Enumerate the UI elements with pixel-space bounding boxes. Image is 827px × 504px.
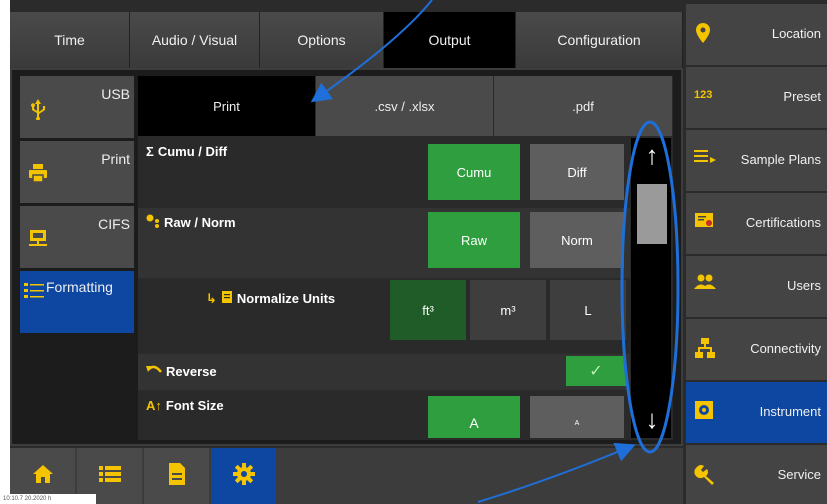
menu-item-preset[interactable]: 123 Preset <box>686 67 827 128</box>
scroll-up-icon[interactable]: ↑ <box>637 140 667 170</box>
users-icon <box>694 274 716 296</box>
scroll-down-icon[interactable]: ↓ <box>637 404 667 434</box>
gear-icon <box>232 462 256 491</box>
setting-row-font-size: A↑ Font Size A A <box>138 390 630 438</box>
raw-norm-icon <box>146 214 160 231</box>
setting-row-cumu-diff: Σ Cumu / Diff Cumu Diff <box>138 138 630 208</box>
home-icon <box>31 463 55 490</box>
units-icon <box>221 290 233 307</box>
raw-button[interactable]: Raw <box>428 212 520 268</box>
setting-row-raw-norm: Raw / Norm Raw Norm <box>138 208 630 278</box>
menu-item-certifications[interactable]: Certifications <box>686 193 827 254</box>
network-icon <box>694 337 716 359</box>
settings-button[interactable] <box>211 448 276 504</box>
tab-print[interactable]: Print <box>138 76 316 136</box>
formatting-content: Print .csv / .xlsx .pdf Σ Cumu / Diff Cu… <box>138 76 673 440</box>
unit-m3-button[interactable]: m³ <box>470 280 546 340</box>
menu-item-location[interactable]: Location <box>686 4 827 65</box>
right-menu: Location 123 Preset Sample Plans Certifi… <box>686 0 827 504</box>
cumu-button[interactable]: Cumu <box>428 144 520 200</box>
usb-icon <box>28 98 48 121</box>
settings-list: Σ Cumu / Diff Cumu Diff Raw / Norm Raw N… <box>138 138 630 438</box>
subnav-item-formatting[interactable]: Formatting <box>20 271 134 333</box>
setting-label: Σ Cumu / Diff <box>146 144 228 159</box>
setting-label: ↳ Normalize Units <box>206 290 336 307</box>
output-format-tabs: Print .csv / .xlsx .pdf <box>138 76 673 136</box>
location-pin-icon <box>694 22 716 44</box>
tab-audio-visual[interactable]: Audio / Visual <box>130 12 260 68</box>
printer-icon <box>28 163 48 183</box>
setting-label: A↑ Font Size <box>146 398 224 413</box>
diff-button[interactable]: Diff <box>530 144 624 200</box>
font-size-large-button[interactable]: A <box>428 396 520 438</box>
menu-item-instrument[interactable]: Instrument <box>686 382 827 443</box>
report-button[interactable] <box>144 448 209 504</box>
menu-item-connectivity[interactable]: Connectivity <box>686 319 827 380</box>
subnav-item-cifs[interactable]: CIFS <box>20 206 134 268</box>
preset-icon: 123 <box>694 89 713 101</box>
subnav-item-label: Print <box>101 151 130 167</box>
certificate-icon <box>694 211 716 233</box>
scroll-thumb[interactable] <box>637 184 667 244</box>
sub-navigation: USB Print CIFS Formatting <box>20 76 134 336</box>
timestamp-label: 10:10.7 20.2020 h <box>0 494 96 504</box>
list-icon <box>98 465 121 488</box>
sample-plans-icon <box>694 148 716 170</box>
subnav-item-label: USB <box>101 86 130 102</box>
font-size-small-button[interactable]: A <box>530 396 624 438</box>
document-icon <box>168 462 186 491</box>
tab-output[interactable]: Output <box>384 12 516 68</box>
setting-row-normalize-units: ↳ Normalize Units ft³ m³ L <box>138 278 630 354</box>
tab-time[interactable]: Time <box>10 12 130 68</box>
bottom-toolbar <box>10 448 683 504</box>
wrench-icon <box>694 463 716 485</box>
subnav-item-usb[interactable]: USB <box>20 76 134 138</box>
list-format-icon <box>24 281 44 301</box>
sub-arrow-icon: ↳ <box>206 290 217 306</box>
tab-configuration[interactable]: Configuration <box>516 12 683 68</box>
setting-label: Reverse <box>146 364 217 379</box>
reverse-checkbox[interactable]: ✓ <box>566 356 626 386</box>
unit-l-button[interactable]: L <box>550 280 626 340</box>
font-size-icon: A↑ <box>146 398 162 413</box>
subnav-item-label: CIFS <box>98 216 130 232</box>
norm-button[interactable]: Norm <box>530 212 624 268</box>
top-tab-bar: Time Audio / Visual Options Output Confi… <box>10 12 683 68</box>
tab-options[interactable]: Options <box>260 12 384 68</box>
network-share-icon <box>28 228 48 248</box>
setting-label: Raw / Norm <box>146 214 236 231</box>
tab-pdf[interactable]: .pdf <box>494 76 673 136</box>
menu-item-sample-plans[interactable]: Sample Plans <box>686 130 827 191</box>
subnav-item-print[interactable]: Print <box>20 141 134 203</box>
screen: Time Audio / Visual Options Output Confi… <box>10 0 827 504</box>
menu-item-users[interactable]: Users <box>686 256 827 317</box>
scrollbar[interactable]: ↑ ↓ <box>631 138 671 438</box>
tab-csv-xlsx[interactable]: .csv / .xlsx <box>316 76 494 136</box>
undo-arrow-icon <box>146 364 162 379</box>
instrument-icon <box>694 400 716 422</box>
unit-ft3-button[interactable]: ft³ <box>390 280 466 340</box>
subnav-item-label: Formatting <box>46 279 113 295</box>
setting-row-reverse: Reverse ✓ <box>138 354 630 390</box>
menu-item-service[interactable]: Service <box>686 445 827 504</box>
main-panel: USB Print CIFS Formatting Print .csv / .… <box>10 68 683 446</box>
sigma-icon: Σ <box>146 144 154 159</box>
